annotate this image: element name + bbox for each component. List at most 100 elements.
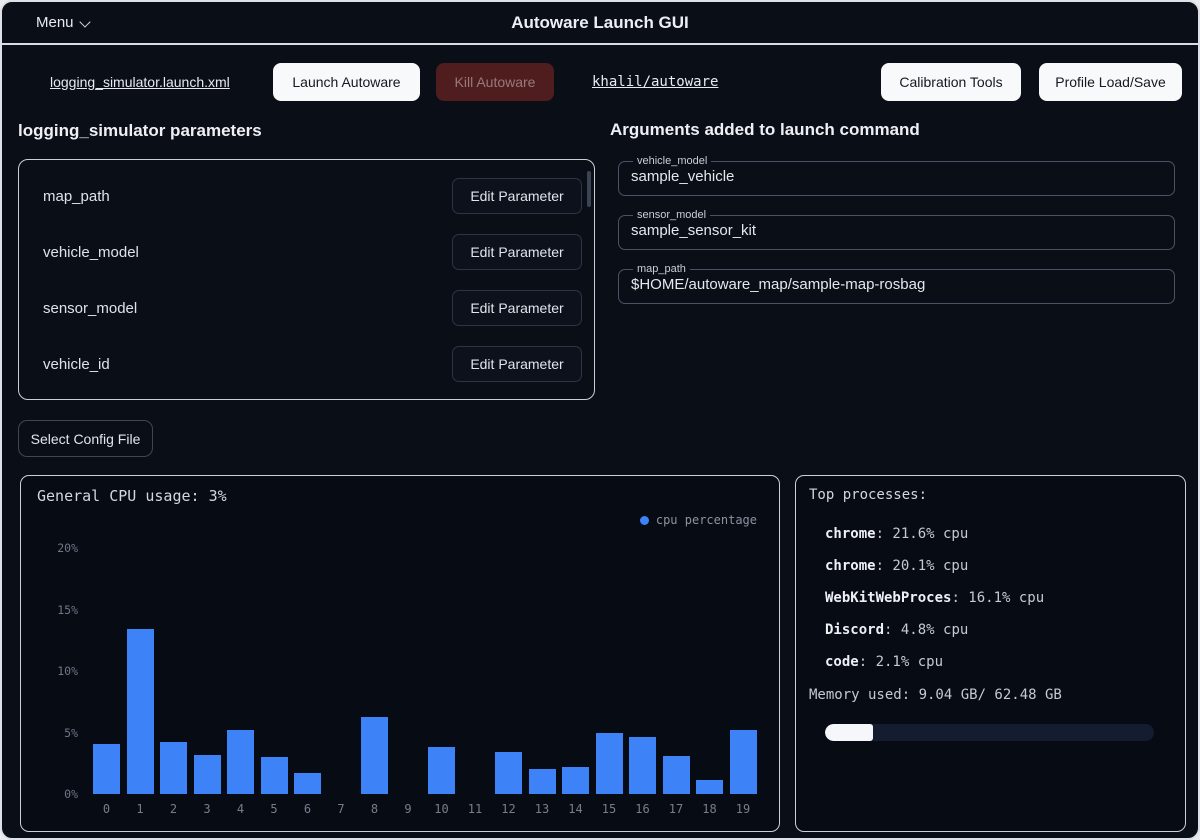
edit-parameter-button[interactable]: Edit Parameter bbox=[452, 178, 582, 214]
process-name: code bbox=[825, 654, 859, 670]
x-axis-tick-label: 13 bbox=[527, 802, 557, 816]
process-cpu: : 21.6% cpu bbox=[876, 526, 969, 542]
cpu-bar bbox=[529, 769, 556, 794]
parameters-panel: map_pathEdit Parametervehicle_modelEdit … bbox=[18, 159, 595, 400]
cpu-bar bbox=[194, 755, 221, 794]
arguments-heading: Arguments added to launch command bbox=[610, 120, 920, 140]
x-axis-tick-label: 18 bbox=[695, 802, 725, 816]
parameter-row: vehicle_modelEdit Parameter bbox=[19, 224, 594, 280]
process-name: WebKitWebProces bbox=[825, 590, 951, 606]
cpu-bar bbox=[160, 742, 187, 794]
app-window: Menu Autoware Launch GUI logging_simulat… bbox=[0, 0, 1200, 840]
x-axis-tick-label: 19 bbox=[728, 802, 758, 816]
y-axis-tick-label: 5% bbox=[38, 726, 78, 740]
x-axis-tick-label: 0 bbox=[92, 802, 122, 816]
argument-label: sensor_model bbox=[633, 209, 710, 221]
x-axis-tick-label: 16 bbox=[628, 802, 658, 816]
memory-progress-bar bbox=[825, 724, 1154, 741]
launch-file-link[interactable]: logging_simulator.launch.xml bbox=[50, 74, 230, 90]
process-entry: Discord: 4.8% cpu bbox=[825, 614, 1044, 646]
launch-autoware-button[interactable]: Launch Autoware bbox=[273, 63, 420, 101]
process-cpu: : 2.1% cpu bbox=[859, 654, 943, 670]
app-title: Autoware Launch GUI bbox=[2, 13, 1198, 33]
y-axis-tick-label: 0% bbox=[38, 787, 78, 801]
argument-field-sensor_model[interactable]: sensor_modelsample_sensor_kit bbox=[618, 209, 1175, 250]
edit-parameter-button[interactable]: Edit Parameter bbox=[452, 234, 582, 270]
profile-load-save-button[interactable]: Profile Load/Save bbox=[1039, 63, 1182, 101]
argument-value[interactable]: $HOME/autoware_map/sample-map-rosbag bbox=[631, 275, 1162, 295]
bar-chart: 0%5%10%15%20%012345678910111213141516171… bbox=[87, 548, 767, 794]
top-processes-panel: Top processes: chrome: 21.6% cpuchrome: … bbox=[795, 475, 1186, 832]
parameter-name: vehicle_model bbox=[43, 244, 452, 261]
processes-heading: Top processes: bbox=[809, 487, 927, 503]
parameter-row: map_pathEdit Parameter bbox=[19, 168, 594, 224]
argument-value[interactable]: sample_vehicle bbox=[631, 167, 1162, 187]
cpu-bar bbox=[629, 737, 656, 794]
x-axis-tick-label: 5 bbox=[259, 802, 289, 816]
x-axis-tick-label: 2 bbox=[159, 802, 189, 816]
title-bar: Menu Autoware Launch GUI bbox=[2, 2, 1198, 45]
process-cpu: : 20.1% cpu bbox=[876, 558, 969, 574]
argument-label: map_path bbox=[633, 263, 690, 275]
x-axis-tick-label: 17 bbox=[661, 802, 691, 816]
cpu-bar bbox=[93, 744, 120, 794]
x-axis-tick-label: 3 bbox=[192, 802, 222, 816]
parameter-row: vehicle_idEdit Parameter bbox=[19, 336, 594, 392]
memory-used-label: Memory used: 9.04 GB/ 62.48 GB bbox=[809, 687, 1062, 703]
scrollbar-thumb[interactable] bbox=[587, 171, 591, 207]
process-cpu: : 16.1% cpu bbox=[951, 590, 1044, 606]
parameter-row: Edit Parameter bbox=[19, 392, 594, 400]
process-name: chrome bbox=[825, 558, 876, 574]
repo-link[interactable]: khalil/autoware bbox=[592, 74, 718, 90]
x-axis-tick-label: 7 bbox=[326, 802, 356, 816]
x-axis-tick-label: 6 bbox=[293, 802, 323, 816]
cpu-bar bbox=[261, 757, 288, 794]
process-name: chrome bbox=[825, 526, 876, 542]
parameter-name: map_path bbox=[43, 188, 452, 205]
argument-label: vehicle_model bbox=[633, 155, 711, 167]
arguments-panel: vehicle_modelsample_vehiclesensor_models… bbox=[618, 155, 1175, 317]
x-axis-tick-label: 12 bbox=[494, 802, 524, 816]
y-axis-tick-label: 20% bbox=[38, 541, 78, 555]
process-entry: chrome: 20.1% cpu bbox=[825, 550, 1044, 582]
select-config-file-button[interactable]: Select Config File bbox=[18, 420, 153, 457]
cpu-chart-panel: General CPU usage: 3% cpu percentage 0%5… bbox=[20, 475, 780, 832]
chart-legend: cpu percentage bbox=[640, 513, 757, 527]
cpu-bar bbox=[596, 733, 623, 795]
calibration-tools-button[interactable]: Calibration Tools bbox=[881, 63, 1021, 101]
x-axis-tick-label: 10 bbox=[427, 802, 457, 816]
y-axis-tick-label: 10% bbox=[38, 664, 78, 678]
memory-progress-fill bbox=[825, 724, 873, 741]
parameter-row: sensor_modelEdit Parameter bbox=[19, 280, 594, 336]
process-name: Discord bbox=[825, 622, 884, 638]
process-entry: WebKitWebProces: 16.1% cpu bbox=[825, 582, 1044, 614]
argument-field-map_path[interactable]: map_path$HOME/autoware_map/sample-map-ro… bbox=[618, 263, 1175, 304]
parameter-name: vehicle_id bbox=[43, 356, 452, 373]
argument-field-vehicle_model[interactable]: vehicle_modelsample_vehicle bbox=[618, 155, 1175, 196]
parameters-heading: logging_simulator parameters bbox=[18, 121, 262, 141]
x-axis-tick-label: 15 bbox=[594, 802, 624, 816]
edit-parameter-button[interactable]: Edit Parameter bbox=[452, 290, 582, 326]
cpu-bar bbox=[663, 756, 690, 794]
x-axis-tick-label: 4 bbox=[226, 802, 256, 816]
cpu-bar bbox=[227, 730, 254, 794]
legend-dot-icon bbox=[640, 516, 649, 525]
y-axis-tick-label: 15% bbox=[38, 603, 78, 617]
cpu-bar bbox=[294, 773, 321, 794]
kill-autoware-button[interactable]: Kill Autoware bbox=[436, 63, 554, 101]
cpu-bar bbox=[361, 717, 388, 794]
cpu-bar bbox=[428, 747, 455, 794]
chart-title: General CPU usage: 3% bbox=[37, 487, 227, 505]
x-axis-tick-label: 14 bbox=[561, 802, 591, 816]
edit-parameter-button[interactable]: Edit Parameter bbox=[452, 346, 582, 382]
cpu-bar bbox=[562, 767, 589, 794]
x-axis-tick-label: 11 bbox=[460, 802, 490, 816]
process-entry: chrome: 21.6% cpu bbox=[825, 518, 1044, 550]
cpu-bar bbox=[730, 730, 757, 794]
argument-value[interactable]: sample_sensor_kit bbox=[631, 221, 1162, 241]
legend-label: cpu percentage bbox=[656, 513, 757, 527]
cpu-bar bbox=[127, 629, 154, 794]
cpu-bar bbox=[696, 780, 723, 794]
x-axis-tick-label: 9 bbox=[393, 802, 423, 816]
cpu-bar bbox=[495, 752, 522, 794]
